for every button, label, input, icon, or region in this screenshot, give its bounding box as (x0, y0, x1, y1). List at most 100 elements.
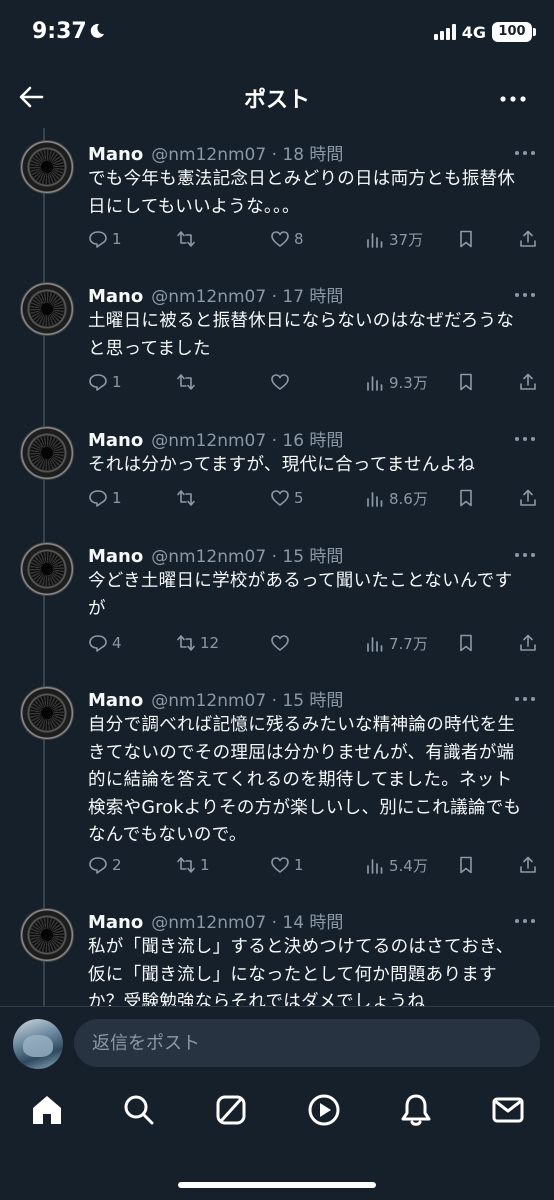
tweet-actions: 1 9.3万 (88, 372, 538, 396)
tweet-more-icon[interactable] (514, 148, 536, 158)
tweet-actions: 2 1 1 5.4万 (88, 855, 538, 879)
nav-messages[interactable] (490, 1092, 526, 1128)
bookmark-button[interactable] (456, 229, 476, 249)
views-button[interactable]: 9.3万 (365, 372, 428, 393)
views-button[interactable]: 7.7万 (365, 633, 428, 654)
tweet-header: Mano @nm12nm07 · 16 時間 (88, 426, 343, 452)
handle-time[interactable]: @nm12nm07 · 17 時間 (151, 282, 343, 307)
tweet-actions: 1 8 37万 (88, 229, 538, 253)
reply-icon (89, 490, 107, 507)
reply-button[interactable]: 1 (88, 372, 122, 392)
bookmark-icon (460, 373, 472, 391)
retweet-button[interactable]: 12 (176, 633, 219, 653)
tweet-header: Mano @nm12nm07 · 15 時間 (88, 542, 343, 568)
reply-button[interactable]: 1 (88, 229, 122, 249)
heart-icon (271, 635, 289, 651)
views-button[interactable]: 37万 (365, 229, 423, 250)
display-name[interactable]: Mano (88, 144, 143, 165)
bookmark-button[interactable] (456, 488, 476, 508)
my-avatar[interactable] (13, 1019, 63, 1069)
view-count: 7.7万 (389, 635, 428, 653)
display-name[interactable]: Mano (88, 286, 143, 307)
handle-time[interactable]: @nm12nm07 · 14 時間 (151, 908, 343, 933)
nav-grok[interactable] (213, 1092, 249, 1128)
like-button[interactable]: 5 (270, 488, 304, 508)
bookmark-button[interactable] (456, 372, 476, 392)
like-button[interactable] (270, 372, 294, 392)
share-button[interactable] (518, 229, 538, 249)
reply-count: 2 (112, 856, 122, 874)
retweet-icon (177, 635, 195, 651)
reply-button[interactable]: 1 (88, 488, 122, 508)
moon-icon (90, 23, 104, 38)
tweet-text: 私が「聞き流し」すると決めつけてるのはさておき、仮に「聞き流し」になったとして何… (88, 937, 514, 1008)
reply-count: 1 (112, 489, 122, 507)
nav-notifications[interactable] (398, 1092, 434, 1128)
views-button[interactable]: 5.4万 (365, 855, 428, 876)
tweet-more-icon[interactable] (514, 290, 536, 300)
thread-feed[interactable]: Mano @nm12nm07 · 18 時間 でも今年も憲法記念日とみどりの日は… (0, 128, 554, 1008)
retweet-button[interactable] (176, 229, 200, 249)
reply-count: 1 (112, 373, 122, 391)
avatar[interactable] (20, 908, 74, 962)
reply-button[interactable]: 2 (88, 855, 122, 875)
battery-icon: 100 (492, 22, 536, 42)
more-options-icon[interactable] (498, 84, 528, 114)
share-button[interactable] (518, 372, 538, 392)
view-count: 8.6万 (389, 490, 428, 508)
bookmark-button[interactable] (456, 633, 476, 653)
tweet-text: 土曜日に被ると振替休日にならないのはなぜだろうなと思ってました (88, 311, 515, 359)
like-button[interactable]: 8 (270, 229, 304, 249)
retweet-button[interactable] (176, 488, 200, 508)
handle-time[interactable]: @nm12nm07 · 15 時間 (151, 686, 343, 711)
views-icon (367, 375, 383, 391)
tweet-more-icon[interactable] (514, 434, 536, 444)
header: ポスト (0, 68, 554, 128)
tweet-more-icon[interactable] (514, 916, 536, 926)
avatar[interactable] (20, 542, 74, 596)
tweet-more-icon[interactable] (514, 694, 536, 704)
view-count: 5.4万 (389, 857, 428, 875)
like-count: 1 (294, 856, 304, 874)
handle-time[interactable]: @nm12nm07 · 16 時間 (151, 426, 343, 451)
nav-video[interactable] (306, 1092, 342, 1128)
like-button[interactable] (270, 633, 294, 653)
nav-home[interactable] (29, 1092, 65, 1128)
avatar[interactable] (20, 282, 74, 336)
share-button[interactable] (518, 855, 538, 875)
handle-time[interactable]: @nm12nm07 · 15 時間 (151, 542, 343, 567)
views-icon (367, 636, 383, 652)
handle-time[interactable]: @nm12nm07 · 18 時間 (151, 140, 343, 165)
retweet-icon (177, 490, 195, 506)
tweet-text: 自分で調べれば記憶に残るみたいな精神論の時代を生きてないのでその理屈は分かりませ… (88, 715, 522, 845)
avatar[interactable] (20, 426, 74, 480)
tweet-header: Mano @nm12nm07 · 17 時間 (88, 282, 343, 308)
display-name[interactable]: Mano (88, 546, 143, 567)
home-indicator (178, 1182, 376, 1188)
nav-search[interactable] (121, 1092, 157, 1128)
tweet-actions: 4 12 7.7万 (88, 633, 538, 657)
share-button[interactable] (518, 633, 538, 653)
display-name[interactable]: Mano (88, 430, 143, 451)
share-button[interactable] (518, 488, 538, 508)
bookmark-icon (460, 634, 472, 652)
reply-button[interactable]: 4 (88, 633, 122, 653)
tweet-more-icon[interactable] (514, 550, 536, 560)
tweet-text: でも今年も憲法記念日とみどりの日は両方とも振替休日にしてもいいような。。。 (88, 169, 516, 217)
avatar[interactable] (20, 686, 74, 740)
notifications-icon (401, 1094, 431, 1126)
display-name[interactable]: Mano (88, 690, 143, 711)
reply-icon (89, 635, 107, 652)
reply-input[interactable] (74, 1019, 540, 1067)
retweet-count: 12 (200, 634, 220, 652)
bookmark-button[interactable] (456, 855, 476, 875)
reply-bar (0, 1006, 554, 1078)
like-count: 8 (294, 230, 304, 248)
display-name[interactable]: Mano (88, 912, 143, 933)
like-button[interactable]: 1 (270, 855, 304, 875)
retweet-button[interactable] (176, 372, 200, 392)
views-button[interactable]: 8.6万 (365, 488, 428, 509)
grok-icon (216, 1095, 246, 1125)
retweet-button[interactable]: 1 (176, 855, 210, 875)
avatar[interactable] (20, 140, 74, 194)
